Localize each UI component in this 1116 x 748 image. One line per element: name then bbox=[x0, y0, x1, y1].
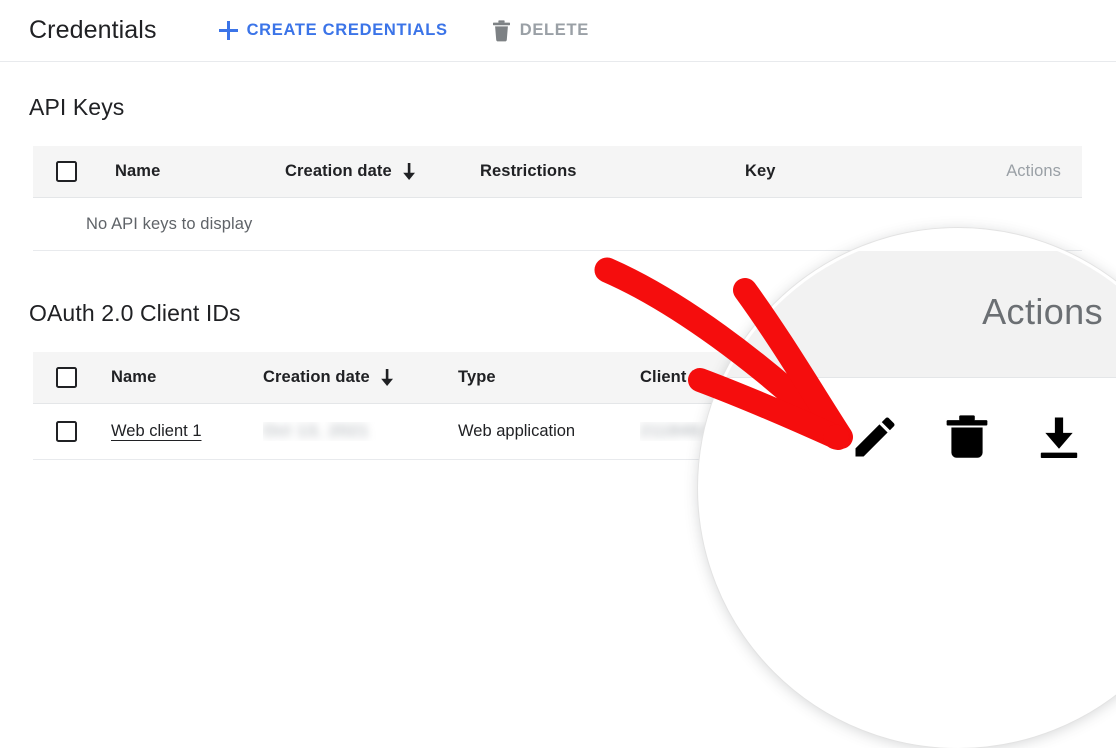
oauth-column-creation-date[interactable]: Creation date bbox=[263, 368, 458, 387]
oauth-row-name-cell: Web client 1 bbox=[111, 422, 263, 441]
api-keys-column-key[interactable]: Key bbox=[745, 162, 900, 181]
api-keys-heading: API Keys bbox=[29, 94, 125, 120]
plus-icon bbox=[218, 21, 238, 40]
oauth-client-name-link[interactable]: Web client 1 bbox=[111, 422, 202, 441]
sort-down-arrow-icon bbox=[380, 369, 393, 386]
create-credentials-label: CREATE CREDENTIALS bbox=[246, 21, 448, 39]
api-keys-empty-message: No API keys to display bbox=[86, 214, 253, 233]
edit-pencil-icon[interactable] bbox=[849, 411, 901, 463]
oauth-row-type-value: Web application bbox=[458, 422, 576, 440]
api-keys-column-actions: Actions bbox=[1006, 162, 1061, 180]
oauth-select-all-checkbox[interactable] bbox=[56, 367, 77, 388]
api-keys-column-creation-date-label: Creation date bbox=[285, 162, 392, 180]
oauth-column-type[interactable]: Type bbox=[458, 368, 640, 387]
magnifier-overlay: Actions bbox=[698, 228, 1116, 748]
api-keys-column-creation-date[interactable]: Creation date bbox=[285, 162, 480, 181]
oauth-clients-heading: OAuth 2.0 Client IDs bbox=[29, 300, 241, 326]
magnifier-actions-icons bbox=[849, 411, 1085, 463]
api-keys-column-restrictions[interactable]: Restrictions bbox=[480, 162, 745, 181]
credentials-page: Credentials CREATE CREDENTIALS DELETE AP… bbox=[0, 0, 1116, 748]
oauth-row-checkbox[interactable] bbox=[56, 421, 77, 442]
page-title: Credentials bbox=[29, 16, 157, 44]
api-keys-select-all-cell bbox=[33, 161, 115, 182]
delete-button[interactable]: DELETE bbox=[492, 19, 589, 42]
oauth-column-creation-date-label: Creation date bbox=[263, 368, 370, 386]
page-toolbar: Credentials CREATE CREDENTIALS DELETE bbox=[0, 0, 1116, 62]
delete-trash-icon[interactable] bbox=[941, 411, 993, 463]
api-keys-column-name[interactable]: Name bbox=[115, 162, 285, 181]
oauth-row-creation-date-value: Oct 13, 2021 bbox=[263, 422, 370, 440]
create-credentials-button[interactable]: CREATE CREDENTIALS bbox=[218, 21, 448, 40]
magnifier-actions-header: Actions bbox=[982, 291, 1103, 332]
oauth-column-name[interactable]: Name bbox=[111, 368, 263, 387]
api-keys-table-header: Name Creation date Restrictions Key Acti… bbox=[33, 146, 1082, 198]
api-keys-select-all-checkbox[interactable] bbox=[56, 161, 77, 182]
trash-icon bbox=[492, 19, 510, 41]
oauth-row-select-cell bbox=[33, 421, 111, 442]
oauth-select-all-cell bbox=[33, 367, 111, 388]
sort-down-arrow-icon bbox=[402, 163, 415, 180]
download-json-icon[interactable] bbox=[1033, 411, 1085, 463]
delete-label: DELETE bbox=[519, 21, 589, 39]
oauth-row-creation-date-cell: Oct 13, 2021 bbox=[263, 422, 458, 441]
